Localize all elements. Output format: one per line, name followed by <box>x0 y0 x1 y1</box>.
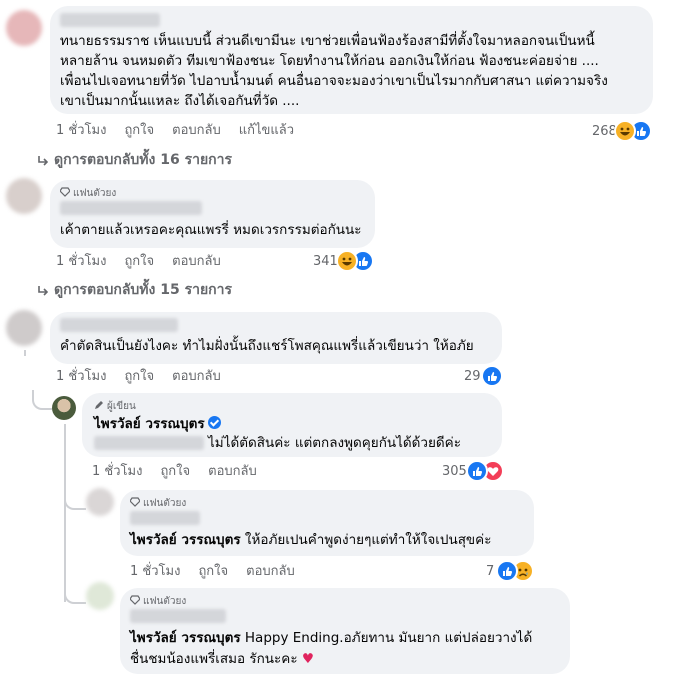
diamond-icon <box>129 497 141 507</box>
mention-link[interactable]: ไพรวัลย์ วรรณบุตร <box>130 532 241 548</box>
like-reaction-icon <box>466 460 488 482</box>
view-replies-label: ดูการตอบกลับทั้ง 15 รายการ <box>54 282 233 298</box>
redacted-name <box>60 318 178 332</box>
avatar[interactable] <box>6 10 42 46</box>
comment-text-line: หลายล้าน จนหมดตัว ทีมเขาฟ้องชนะ โดยทำงาน… <box>60 53 599 69</box>
reply-text-line: ไพรวัลย์ วรรณบุตร Happy Ending.อภัยทาน ม… <box>130 627 532 649</box>
reaction-count[interactable]: 7 <box>486 564 494 580</box>
reply-text: ไพรวัลย์ วรรณบุตร ให้อภัยเปนคำพูดง่ายๆแต… <box>130 529 491 551</box>
comment-text-line: เพื่อนไปเจอทนายที่วัด ไปอาบน้ำมนต์ คนอื่… <box>60 73 608 89</box>
author-badge: ผู้เขียน <box>94 400 136 413</box>
top-fan-badge: แฟนตัวยง <box>129 497 187 510</box>
author-name-label: ไพรวัลย์ วรรณบุตร <box>94 416 205 432</box>
avatar[interactable] <box>86 582 114 610</box>
top-fan-badge: แฟนตัวยง <box>129 595 187 608</box>
reply-body: ชื่นชมน้องแพรี่เสมอ รักนะคะ <box>130 651 298 667</box>
haha-reaction-icon <box>614 120 636 142</box>
redacted-name <box>60 201 202 215</box>
thread-line <box>64 490 86 510</box>
badge-label: ผู้เขียน <box>107 401 136 412</box>
avatar[interactable] <box>6 178 42 214</box>
badge-label: แฟนตัวยง <box>143 498 187 509</box>
redacted-name <box>130 511 200 525</box>
thread-line <box>32 390 52 410</box>
author-name[interactable]: ไพรวัลย์ วรรณบุตร <box>94 413 221 435</box>
reply-arrow-icon <box>38 286 49 296</box>
verified-icon <box>207 416 221 429</box>
badge-label: แฟนตัวยง <box>143 596 187 607</box>
like-reaction-icon <box>481 365 503 387</box>
view-replies-label: ดูการตอบกลับทั้ง 16 รายการ <box>54 152 233 168</box>
reply-button[interactable]: ตอบกลับ <box>172 123 221 138</box>
comment-actions: 1 ชั่วโมง ถูกใจ ตอบกลับ <box>92 464 275 480</box>
reply-button[interactable]: ตอบกลับ <box>172 369 221 384</box>
reply-arrow-icon <box>38 156 49 166</box>
comment-actions: 1 ชั่วโมง ถูกใจ ตอบกลับ <box>56 254 239 270</box>
redacted-name <box>130 609 226 623</box>
redacted-mention <box>94 436 204 450</box>
comment-text: คำตัดสินเป็นยังไงคะ ทำไมฝั่งนั้นถึงแชร์โ… <box>60 338 474 354</box>
reply-button[interactable]: ตอบกลับ <box>172 254 221 269</box>
timestamp[interactable]: 1 ชั่วโมง <box>56 123 106 138</box>
avatar[interactable] <box>86 488 114 516</box>
comment-actions: 1 ชั่วโมง ถูกใจ ตอบกลับ แก้ไขแล้ว <box>56 123 312 139</box>
reply-text-line: ชื่นชมน้องแพรี่เสมอ รักนะคะ ♥ <box>130 648 314 670</box>
comment-actions: 1 ชั่วโมง ถูกใจ ตอบกลับ <box>130 564 313 580</box>
timestamp[interactable]: 1 ชั่วโมง <box>92 464 142 479</box>
reply-body: Happy Ending.อภัยทาน มันยาก แต่ปล่อยวางไ… <box>244 630 533 646</box>
author-avatar[interactable] <box>52 396 76 420</box>
like-button[interactable]: ถูกใจ <box>124 123 154 138</box>
like-reaction-icon <box>496 560 518 582</box>
top-fan-badge: แฟนตัวยง <box>59 187 117 200</box>
like-button[interactable]: ถูกใจ <box>124 254 154 269</box>
heart-emoji-icon: ♥ <box>301 651 314 667</box>
like-button[interactable]: ถูกใจ <box>124 369 154 384</box>
reaction-count[interactable]: 29 <box>464 369 481 385</box>
view-replies-link[interactable]: ดูการตอบกลับทั้ง 15 รายการ <box>38 281 232 299</box>
haha-reaction-icon <box>336 250 358 272</box>
reaction-count[interactable]: 341 <box>313 254 338 270</box>
reply-text: ไม่ได้ตัดสินค่ะ แต่ตกลงพูดคุยกันได้ด้วยด… <box>208 435 461 451</box>
comment-actions: 1 ชั่วโมง ถูกใจ ตอบกลับ <box>56 369 239 385</box>
comment-text-line: เขาเป็นมากนั้นแหละ ถึงได้เจอกันที่วัด ..… <box>60 93 300 109</box>
timestamp[interactable]: 1 ชั่วโมง <box>56 369 106 384</box>
view-replies-link[interactable]: ดูการตอบกลับทั้ง 16 รายการ <box>38 151 232 169</box>
comment-text-line: ทนายธรรมราช เห็นแบบนี้ ส่วนดีเขามีนะ เขา… <box>60 33 595 49</box>
timestamp[interactable]: 1 ชั่วโมง <box>130 564 180 579</box>
diamond-icon <box>59 187 71 197</box>
diamond-icon <box>129 595 141 605</box>
badge-label: แฟนตัวยง <box>73 188 117 199</box>
edited-label: แก้ไขแล้ว <box>238 123 295 138</box>
reply-body: ให้อภัยเปนคำพูดง่ายๆแต่ทำให้ใจเปนสุขค่ะ <box>244 532 492 548</box>
reaction-count[interactable]: 305 <box>442 464 467 480</box>
thread-line <box>64 424 66 602</box>
comment-text: เค้าตายแล้วเหรอคะคุณแพรรี่ หมดเวรกรรมต่อ… <box>60 222 362 238</box>
thread-line <box>24 350 26 356</box>
like-button[interactable]: ถูกใจ <box>198 564 228 579</box>
avatar[interactable] <box>6 310 42 346</box>
mention-link[interactable]: ไพรวัลย์ วรรณบุตร <box>130 630 241 646</box>
pencil-icon <box>95 401 103 409</box>
redacted-name <box>60 13 160 27</box>
reply-button[interactable]: ตอบกลับ <box>246 564 295 579</box>
timestamp[interactable]: 1 ชั่วโมง <box>56 254 106 269</box>
like-button[interactable]: ถูกใจ <box>160 464 190 479</box>
thread-line <box>64 590 86 604</box>
reply-button[interactable]: ตอบกลับ <box>208 464 257 479</box>
